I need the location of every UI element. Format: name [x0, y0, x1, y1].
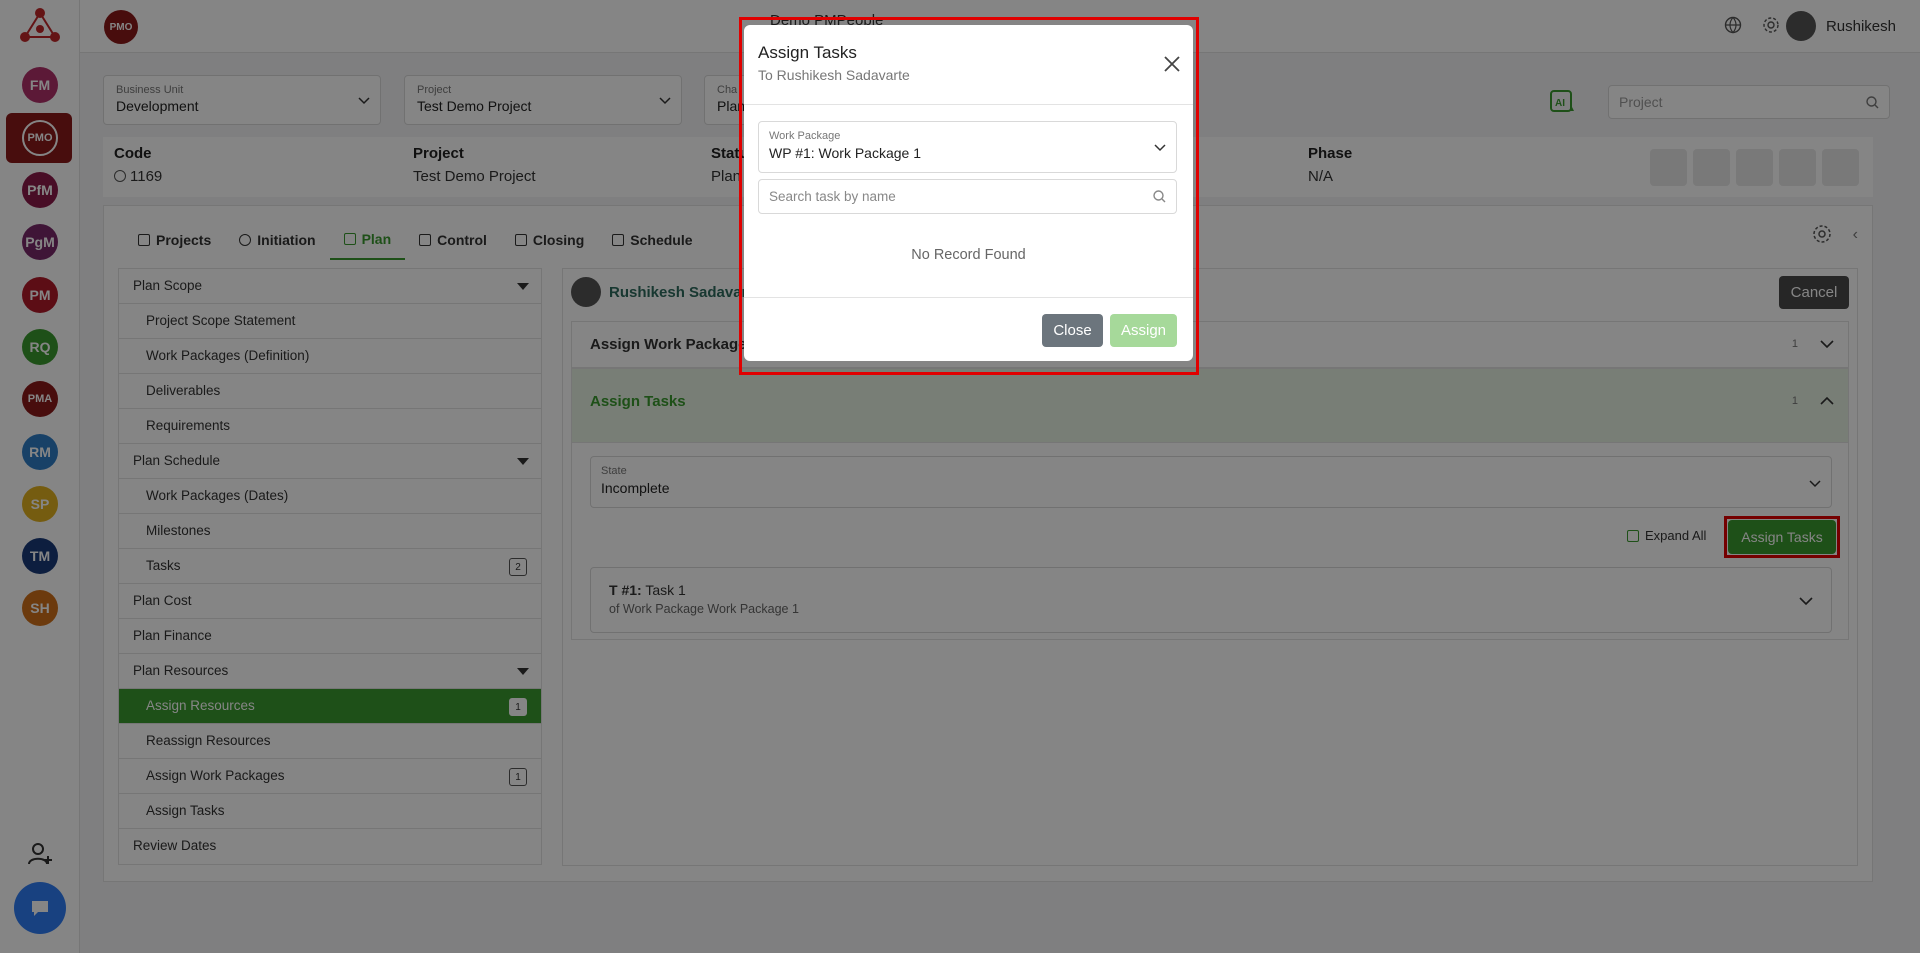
assign-tasks-modal: Assign Tasks To Rushikesh Sadavarte Work…	[744, 25, 1193, 361]
modal-subtitle: To Rushikesh Sadavarte	[758, 67, 910, 83]
modal-title: Assign Tasks	[758, 43, 857, 62]
modal-footer: Close Assign	[744, 297, 1193, 361]
chevron-down-icon	[1154, 144, 1166, 152]
work-package-select[interactable]: Work Package WP #1: Work Package 1	[758, 121, 1177, 173]
assign-button[interactable]: Assign	[1110, 314, 1177, 347]
task-search-input[interactable]: Search task by name	[758, 179, 1177, 214]
empty-state-text: No Record Found	[911, 247, 1026, 263]
search-icon	[1153, 190, 1166, 203]
modal-header: Assign Tasks To Rushikesh Sadavarte	[744, 25, 1193, 105]
close-button[interactable]: Close	[1042, 314, 1103, 347]
close-icon[interactable]	[1163, 55, 1181, 73]
